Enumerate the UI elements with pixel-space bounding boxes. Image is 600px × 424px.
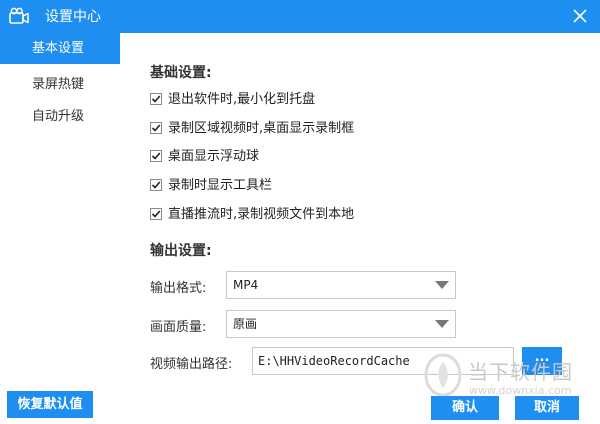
watermark: 当下软件园 www.downxia.com	[423, 352, 600, 402]
restore-defaults-button[interactable]: 恢复默认值	[7, 391, 93, 418]
sidebar-item-basic-settings[interactable]: 基本设置	[0, 33, 120, 64]
close-icon[interactable]	[570, 6, 590, 26]
checkbox[interactable]	[150, 150, 162, 162]
path-label: 视频输出路径:	[150, 357, 233, 372]
option-label: 录制时显示工具栏	[168, 178, 273, 193]
basic-settings-title: 基础设置:	[150, 65, 212, 81]
cancel-button[interactable]: 取消	[515, 396, 579, 420]
option-label: 退出软件时,最小化到托盘	[168, 92, 316, 107]
sidebar: 基本设置 录屏热键 自动升级	[0, 33, 120, 424]
ok-button[interactable]: 确认	[431, 396, 499, 420]
checkbox[interactable]	[150, 208, 162, 220]
quality-value: 原画	[233, 317, 258, 331]
window-title: 设置中心	[45, 9, 101, 25]
output-settings-title: 输出设置:	[150, 243, 212, 259]
watermark-text: 当下软件园	[468, 360, 573, 384]
option-label: 录制区域视频时,桌面显示录制框	[168, 121, 355, 136]
title-bar: 设置中心	[0, 0, 600, 33]
format-select[interactable]: MP4	[226, 271, 456, 299]
check-icon	[151, 181, 161, 189]
check-icon	[151, 210, 161, 218]
sidebar-item-auto-update[interactable]: 自动升级	[0, 101, 120, 132]
check-icon	[151, 124, 161, 132]
camera-logo-icon	[9, 7, 29, 24]
format-value: MP4	[233, 278, 259, 292]
checkbox[interactable]	[150, 179, 162, 191]
watermark-logo-icon	[424, 353, 462, 397]
checkbox[interactable]	[150, 93, 162, 105]
format-label: 输出格式:	[150, 281, 207, 296]
check-icon	[151, 152, 161, 160]
option-label: 桌面显示浮动球	[168, 149, 260, 164]
quality-label: 画面质量:	[150, 320, 207, 335]
sidebar-item-hotkeys[interactable]: 录屏热键	[0, 69, 120, 100]
checkbox[interactable]	[150, 122, 162, 134]
check-icon	[151, 95, 161, 103]
quality-select[interactable]: 原画	[226, 310, 456, 338]
option-label: 直播推流时,录制视频文件到本地	[168, 207, 355, 222]
chevron-down-icon	[435, 281, 449, 289]
chevron-down-icon	[435, 320, 449, 328]
